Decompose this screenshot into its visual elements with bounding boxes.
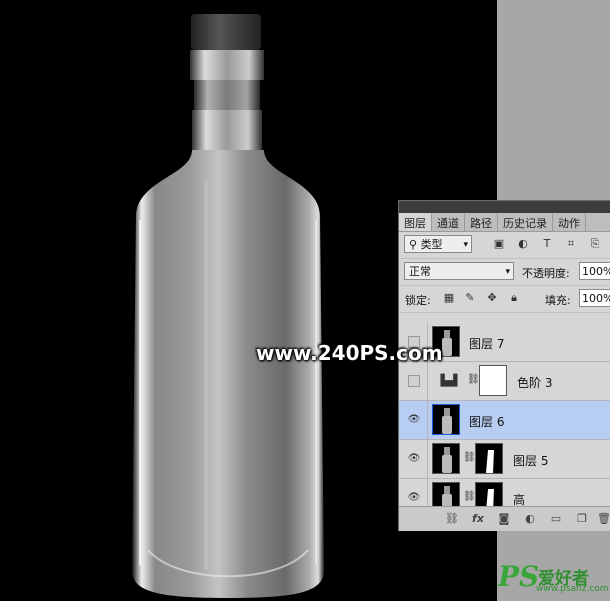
shape-filter-icon[interactable]: ⌗	[564, 237, 578, 251]
eye-icon[interactable]: 👁︎	[407, 491, 421, 505]
add-mask-icon[interactable]: ◙	[497, 512, 511, 526]
layer-thumbnail	[432, 443, 460, 474]
layer-name: 高	[513, 493, 526, 507]
filter-kind-select[interactable]: ⚲ 类型 ▾	[404, 235, 472, 253]
chevron-down-icon: ▾	[463, 240, 468, 250]
layer-row[interactable]: 👁︎ ⛓ 高	[399, 479, 610, 507]
tab-history[interactable]: 历史记录	[498, 213, 553, 231]
layer-name: 图层 5	[513, 454, 549, 468]
layer-mask-thumbnail	[475, 482, 503, 507]
fill-input[interactable]: 100%	[579, 289, 610, 307]
bottle-thumbnail-icon	[442, 486, 452, 507]
link-chain-icon: ⛓	[467, 374, 480, 385]
mask-shape-icon	[486, 489, 494, 507]
new-group-icon[interactable]: ▭	[549, 512, 563, 526]
watermark-text: www.240PS.com	[256, 341, 443, 365]
tab-actions[interactable]: 动作	[553, 213, 586, 231]
tab-layers[interactable]: 图层	[399, 213, 432, 231]
pixel-filter-icon[interactable]: ▣	[492, 237, 506, 251]
blend-mode-label: 正常	[409, 265, 431, 278]
layers-panel: 图层 通道 路径 历史记录 动作 ⚲ 类型 ▾ ▣ ◐ T ⌗ ⎘ 正常 ▾ 不…	[398, 200, 610, 531]
layer-mask-thumbnail	[479, 365, 507, 396]
layer-name: 图层 6	[469, 415, 505, 429]
layer-thumbnail	[432, 404, 460, 435]
tab-paths[interactable]: 路径	[465, 213, 498, 231]
divider	[427, 479, 428, 507]
link-chain-icon: ⛓	[463, 452, 476, 463]
layer-thumbnail	[432, 482, 460, 507]
opacity-input[interactable]: 100%	[579, 262, 610, 280]
smart-object-filter-icon[interactable]: ⎘	[588, 237, 602, 251]
logo-ps: PS	[498, 560, 540, 593]
glass-bottle-image	[132, 14, 324, 598]
visibility-toggle[interactable]	[408, 375, 420, 387]
layer-row[interactable]: 👁︎ 图层 6	[399, 401, 610, 440]
eye-icon[interactable]: 👁︎	[407, 452, 421, 466]
search-icon: ⚲	[409, 238, 418, 251]
adjustment-layer-icon[interactable]: ◐	[523, 512, 537, 526]
link-chain-icon: ⛓	[463, 491, 476, 502]
filter-row: ⚲ 类型 ▾ ▣ ◐ T ⌗ ⎘	[399, 232, 610, 259]
lock-row: 锁定: ▦ ✎ ✥ 🔒︎ 填充: 100%	[399, 286, 610, 313]
eye-icon[interactable]: 👁︎	[407, 413, 421, 427]
lock-image-brush-icon[interactable]: ✎	[463, 291, 477, 305]
mask-shape-icon	[486, 450, 494, 473]
lock-label: 锁定:	[405, 294, 431, 307]
adjustment-filter-icon[interactable]: ◐	[516, 237, 530, 251]
site-logo: PS 爱好者 www.psahz.com	[498, 560, 609, 596]
layer-row[interactable]: ▙▟ ⛓ 色阶 3	[399, 362, 610, 401]
panel-tabs: 图层 通道 路径 历史记录 动作	[399, 213, 610, 232]
lock-all-icon[interactable]: 🔒︎	[507, 291, 521, 305]
link-layers-icon[interactable]: ⛓	[445, 512, 459, 526]
new-layer-icon[interactable]: ❐	[575, 512, 589, 526]
filter-kind-label: 类型	[420, 238, 443, 251]
logo-url: www.psahz.com	[536, 584, 609, 594]
delete-layer-icon[interactable]: 🗑︎	[597, 512, 610, 526]
layer-name: 图层 7	[469, 337, 505, 351]
tab-channels[interactable]: 通道	[432, 213, 465, 231]
layer-row[interactable]: 👁︎ ⛓ 图层 5	[399, 440, 610, 479]
levels-adjustment-icon: ▙▟	[440, 374, 458, 387]
layer-name: 色阶 3	[517, 376, 553, 390]
bottle-thumbnail-icon	[442, 408, 452, 434]
type-filter-icon[interactable]: T	[540, 237, 554, 251]
lock-transparent-icon[interactable]: ▦	[442, 291, 456, 305]
panel-title-strip[interactable]	[399, 201, 610, 213]
chevron-down-icon: ▾	[505, 267, 510, 277]
opacity-label: 不透明度:	[522, 267, 570, 280]
divider	[427, 401, 428, 439]
blend-mode-select[interactable]: 正常 ▾	[404, 262, 514, 280]
divider	[427, 362, 428, 400]
bottle-thumbnail-icon	[442, 447, 452, 473]
lock-position-move-icon[interactable]: ✥	[485, 291, 499, 305]
blend-row: 正常 ▾ 不透明度: 100%	[399, 259, 610, 286]
fx-icon[interactable]: fx	[471, 512, 485, 526]
divider	[427, 440, 428, 478]
fill-label: 填充:	[545, 294, 571, 307]
layer-mask-thumbnail	[475, 443, 503, 474]
panel-bottom-toolbar: ⛓ fx ◙ ◐ ▭ ❐ 🗑︎	[399, 506, 610, 531]
